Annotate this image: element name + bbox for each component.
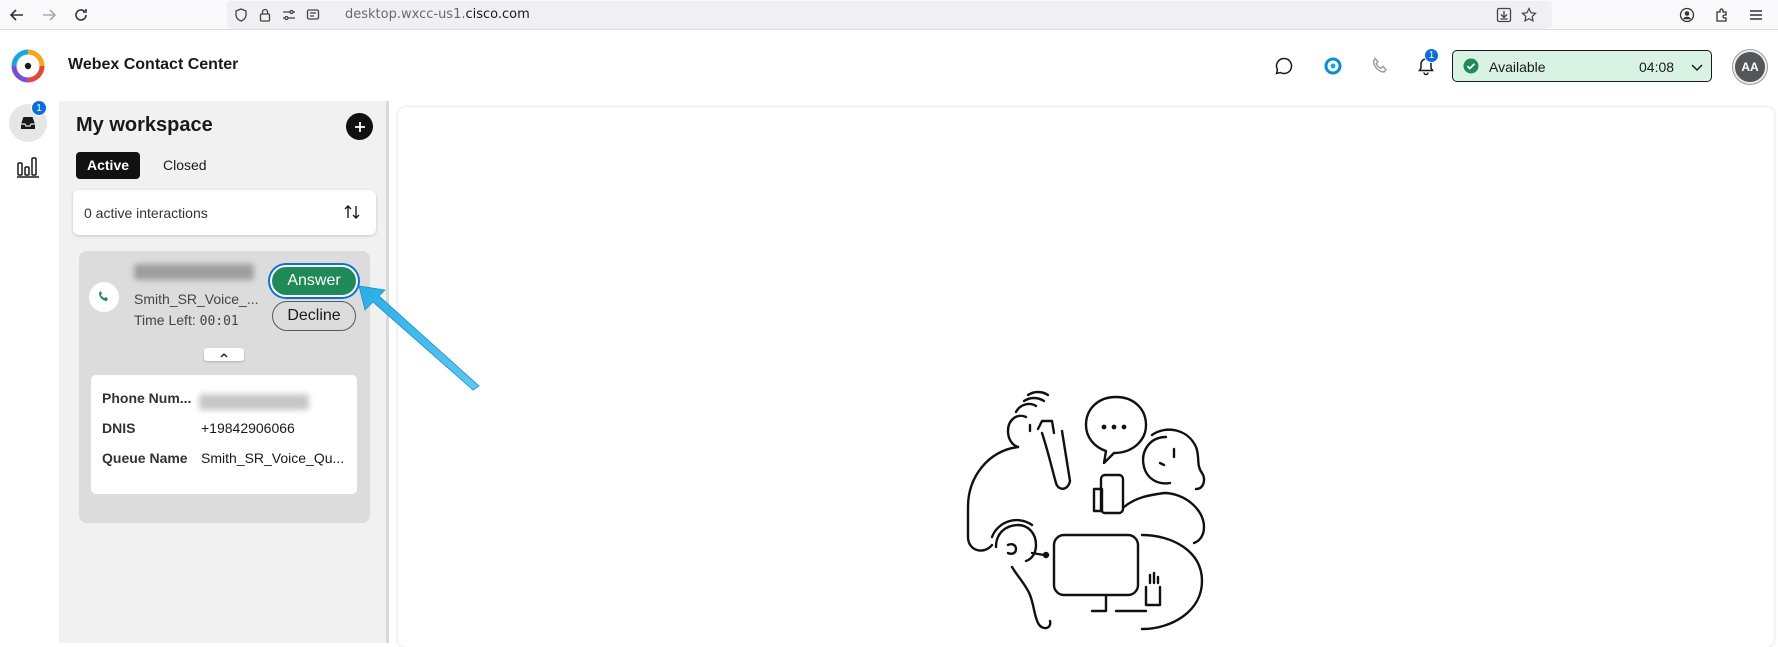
inbox-badge: 1 [31,100,47,116]
caller-queue-name: Smith_SR_Voice_... [134,291,259,307]
detail-value: +19842906066 [201,420,295,436]
workspace-title: My workspace [76,114,213,136]
browser-toolbar: desktop.wxcc-us1.cisco.com [0,0,1778,30]
chevron-down-icon [1691,64,1703,72]
back-icon[interactable] [6,4,28,26]
detail-label: Queue Name [102,450,188,466]
account-icon[interactable] [1676,4,1698,26]
detail-label: DNIS [102,420,136,436]
sort-icon[interactable] [343,203,361,221]
shield-icon[interactable] [233,7,249,23]
app-header: Webex Contact Center 1 Available 04:08 A… [0,31,1778,101]
collapse-details-button[interactable] [204,348,244,361]
empty-state-illustration [966,390,1206,631]
inbox-nav-button[interactable]: 1 [9,100,47,142]
webex-assistant-icon[interactable] [1320,53,1346,79]
detail-value: Smith_SR_Voice_Qu... [201,450,345,466]
lock-icon[interactable] [257,7,273,23]
analytics-icon[interactable] [16,155,40,179]
agent-status-dropdown[interactable]: Available 04:08 [1452,50,1712,82]
notification-badge: 1 [1424,48,1439,63]
call-phone-icon [89,282,119,312]
decline-button[interactable]: Decline [272,301,356,331]
plus-icon [354,121,365,132]
download-icon[interactable] [1496,7,1512,23]
answer-button[interactable]: Answer [270,265,358,297]
pointer-arrow-annotation [358,285,480,391]
detail-label: Phone Num... [102,390,192,406]
status-label: Available [1489,59,1546,75]
app-title: Webex Contact Center [68,56,239,73]
phone-icon[interactable] [1367,53,1393,79]
status-timer: 04:08 [1639,59,1675,75]
call-details: Phone Num... DNIS +19842906066 Queue Nam… [91,375,357,494]
extensions-icon[interactable] [1711,4,1733,26]
permissions-icon[interactable] [281,7,297,23]
avatar[interactable]: AA [1733,50,1767,84]
workspace-panel: My workspace Active Closed 0 active inte… [59,101,389,643]
tab-closed[interactable]: Closed [152,152,218,179]
tab-active[interactable]: Active [76,152,141,179]
webex-logo-icon [11,49,45,83]
main-content-area [398,107,1774,647]
check-circle-icon [1463,58,1479,74]
time-left: Time Left: 00:01 [134,312,239,329]
menu-icon[interactable] [1745,4,1767,26]
active-interactions-bar: 0 active interactions [73,190,376,235]
left-rail: 1 [0,100,56,643]
reader-view-icon[interactable] [305,7,321,23]
incoming-call-card: Smith_SR_Voice_... Time Left: 00:01 Answ… [79,251,370,523]
add-button[interactable] [346,113,373,140]
phone-number-redacted [199,394,309,410]
reload-icon[interactable] [70,4,92,26]
notifications-bell-icon[interactable]: 1 [1413,48,1439,79]
url-text: desktop.wxcc-us1.cisco.com [345,7,530,22]
active-interactions-count: 0 active interactions [84,205,208,221]
chat-icon[interactable] [1271,53,1297,79]
inbox-icon [21,117,35,129]
chevron-up-icon [220,352,228,357]
forward-icon[interactable] [38,4,60,26]
address-bar[interactable]: desktop.wxcc-us1.cisco.com [227,1,1552,29]
bookmark-star-icon[interactable] [1521,7,1537,23]
caller-number-redacted [134,264,254,280]
